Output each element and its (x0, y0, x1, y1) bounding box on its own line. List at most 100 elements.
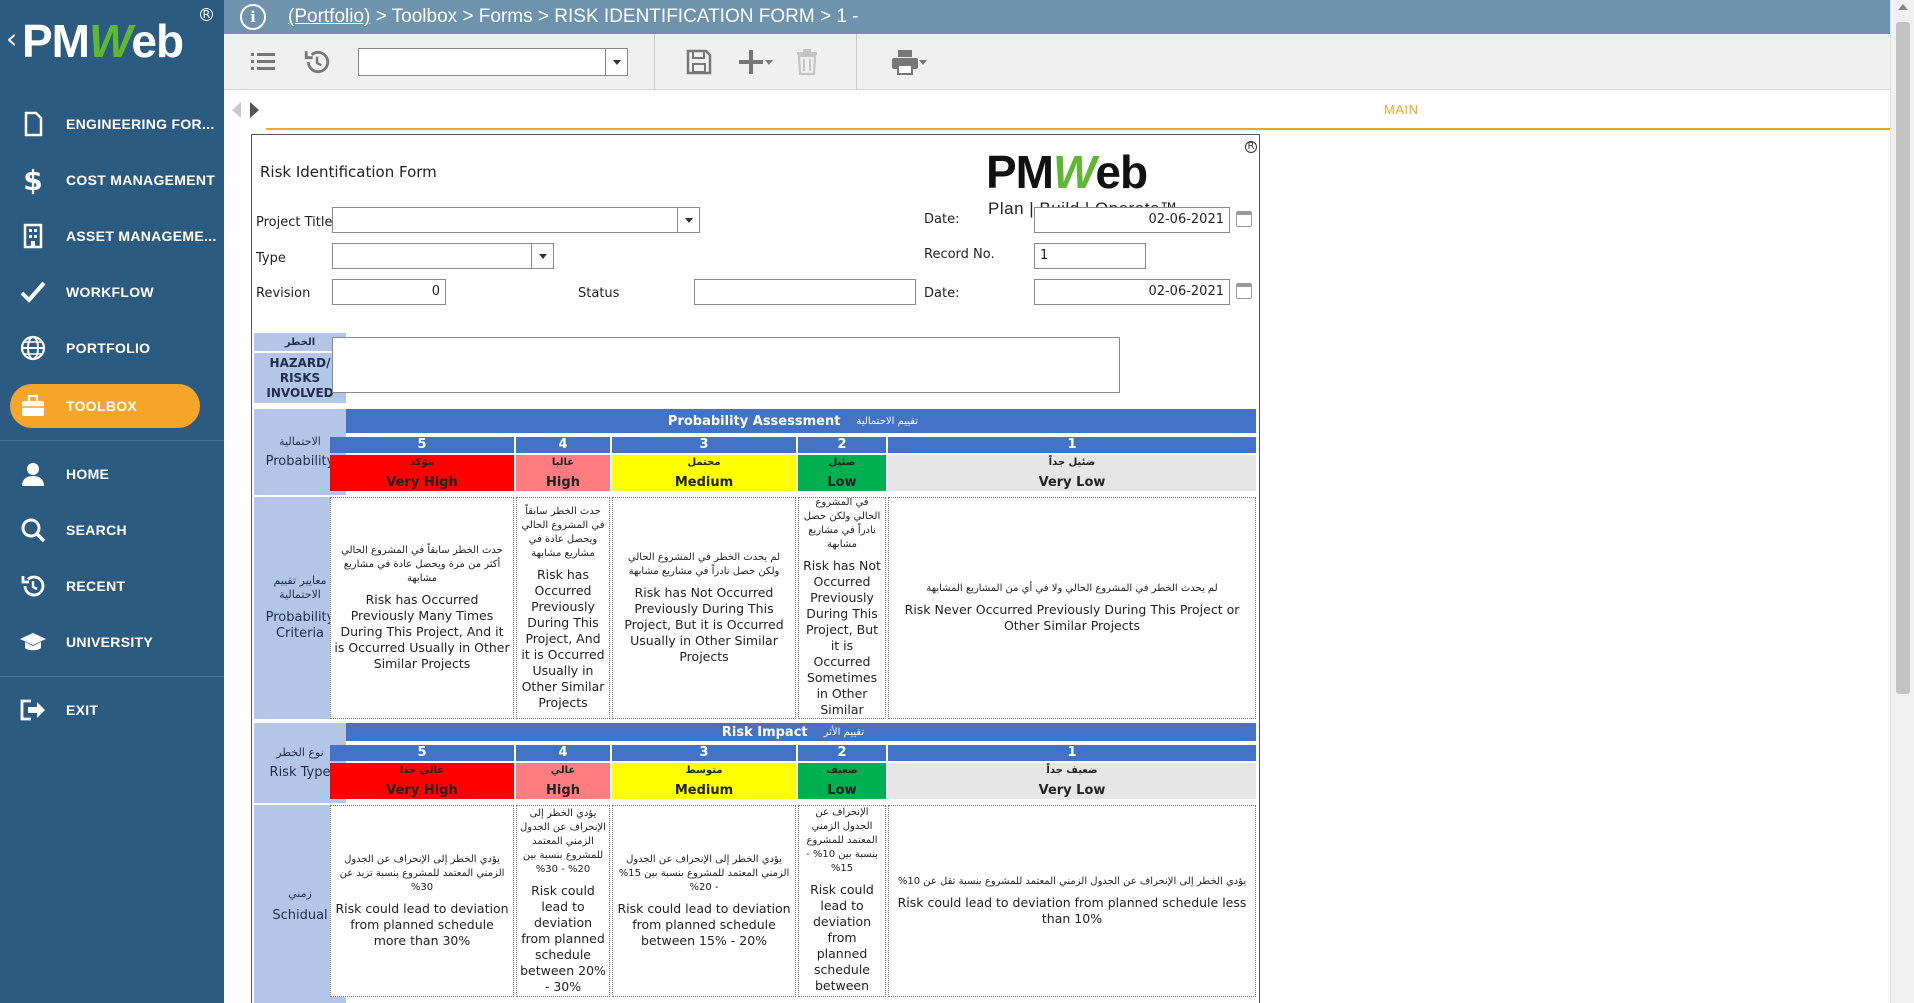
probability-level-very-low: ضئيل جداً Very Low (888, 455, 1256, 491)
criteria-text-en: Risk has Occurred Previously Many Times … (334, 592, 510, 671)
probability-criteria-cell: لم يحدث الخطر في المشروع الحالي ولكن حصل… (798, 497, 886, 719)
level-label-ar: ضعيف جداً (1046, 765, 1098, 776)
project-title-select[interactable] (332, 207, 700, 233)
scroll-up-icon[interactable] (1898, 4, 1908, 10)
risk-type-label-en: Risk Type (269, 765, 331, 780)
history-icon[interactable] (300, 46, 334, 78)
revision-label: Revision (256, 286, 311, 301)
exit-icon (18, 695, 48, 725)
level-label-en: Medium (674, 475, 734, 490)
add-dropdown-chevron-icon[interactable] (760, 46, 778, 78)
pmweb-logo[interactable]: ‹ PMWeb R (0, 0, 224, 92)
impact-level-very-low: ضعيف جداً Very Low (888, 763, 1256, 799)
breadcrumb-portfolio-link[interactable]: (Portfolio) (288, 6, 370, 27)
date-label: Date: (924, 212, 960, 227)
criteria-text-ar: يؤدي الخطر إلى الإنحراف عن الجدول الزمني… (618, 854, 790, 893)
level-label-ar: محتمل (687, 457, 721, 468)
level-label-ar: عالي (550, 765, 576, 776)
probability-level-low: ضئيل Low (798, 455, 886, 491)
sidebar-item-recent[interactable]: RECENT (0, 562, 224, 610)
sidebar-item-search[interactable]: SEARCH (0, 506, 224, 554)
delete-icon[interactable] (790, 46, 824, 78)
save-icon[interactable] (682, 46, 716, 78)
breadcrumb: (Portfolio) > Toolbox > Forms > RISK IDE… (288, 6, 859, 28)
sidebar-item-university[interactable]: UNIVERSITY (0, 618, 224, 666)
print-dropdown-chevron-icon[interactable] (914, 46, 932, 78)
tab-scroll-left-icon[interactable] (232, 102, 241, 118)
type-select[interactable] (332, 243, 554, 269)
probability-criteria-cell: لم يحدث الخطر في المشروع الحالي ولكن حصل… (612, 497, 796, 719)
chevron-down-icon (605, 49, 627, 75)
level-label-en: Very Low (1038, 475, 1106, 490)
date-label: Date: (924, 286, 960, 301)
level-label-en: Very High (386, 475, 458, 490)
record-select[interactable] (358, 48, 628, 76)
level-label-en: Very Low (1038, 783, 1106, 798)
criteria-text-ar: يؤدي الخطر إلى الإنحراف عن الجدول الزمني… (339, 854, 505, 893)
revision-input[interactable]: 0 (332, 279, 446, 305)
criteria-text-ar: يؤدي الخطر إلى الإنحراف عن الجدول الزمني… (520, 808, 606, 875)
level-label-en: High (546, 783, 580, 798)
record-no-label: Record No. (924, 247, 995, 262)
sidebar: ‹ PMWeb R ENGINEERING FOR... $ COST MANA… (0, 0, 224, 1003)
back-chevron-icon[interactable]: ‹ (6, 22, 17, 55)
scrollbar-thumb[interactable] (1896, 22, 1910, 694)
sidebar-divider (0, 440, 224, 441)
criteria-text-en: Risk has Not Occurred Previously During … (803, 558, 881, 717)
schedule-criteria-cell: يؤدي الخطر إلى الإنحراف عن الجدول الزمني… (516, 805, 610, 997)
history-icon (18, 571, 48, 601)
sidebar-item-label: WORKFLOW (66, 284, 154, 300)
sidebar-item-engineering-forms[interactable]: ENGINEERING FOR... (0, 100, 224, 148)
info-icon[interactable]: i (240, 4, 266, 30)
sidebar-item-label: HOME (66, 466, 110, 482)
level-label-ar: متوسط (685, 765, 723, 776)
level-label-ar: ضئيل جداً (1048, 457, 1096, 468)
probability-criteria-cell: حدث الخطر سابقاً في المشروع الحالي ويحصل… (516, 497, 610, 719)
list-icon[interactable] (246, 46, 280, 78)
calendar-icon[interactable] (1236, 283, 1252, 299)
user-icon (18, 459, 48, 489)
criteria-text-en: Risk has Occurred Previously During This… (521, 567, 605, 710)
criteria-text-ar: يؤدي الخطر إلى الإنحراف عن الجدول الزمني… (897, 876, 1247, 887)
level-label-ar: عالي جدا (399, 765, 445, 776)
sidebar-item-asset-management[interactable]: ASSET MANAGEME... (0, 212, 224, 260)
criteria-text-en: Risk could lead to deviation from planne… (617, 901, 791, 948)
tab-main[interactable]: MAIN (1384, 102, 1419, 117)
dollar-icon: $ (23, 163, 43, 197)
criteria-text-ar: يؤدي الخطر إلى الإنحراف عن الجدول الزمني… (806, 807, 878, 874)
vertical-scrollbar[interactable] (1890, 0, 1914, 1003)
risk-impact-header: Risk Impact تقييم الأثر (330, 723, 1256, 741)
hazard-input[interactable] (332, 337, 1120, 393)
record-no-input[interactable]: 1 (1034, 243, 1146, 269)
criteria-text-ar: حدث الخطر سابقاً في المشروع الحالي أكثر … (341, 545, 503, 584)
criteria-text-ar: لم يحدث الخطر في المشروع الحالي ولا في أ… (926, 583, 1218, 594)
probability-criteria-cell: حدث الخطر سابقاً في المشروع الحالي أكثر … (330, 497, 514, 719)
probability-level-number: 1 (888, 437, 1256, 453)
sidebar-item-label: ASSET MANAGEME... (66, 228, 217, 244)
sidebar-item-label: TOOLBOX (66, 398, 138, 414)
impact-level-very-high: عالي جدا Very High (330, 763, 514, 799)
sidebar-divider (0, 676, 224, 677)
level-label-en: Medium (674, 783, 734, 798)
sidebar-item-toolbox[interactable]: TOOLBOX (0, 382, 224, 430)
toolbar-divider (654, 34, 655, 90)
calendar-icon[interactable] (1236, 211, 1252, 227)
criteria-text-en: Risk could lead to deviation from planne… (897, 895, 1247, 926)
status-input[interactable] (694, 279, 916, 305)
sidebar-item-portfolio[interactable]: PORTFOLIO (0, 324, 224, 372)
sidebar-item-exit[interactable]: EXIT (0, 686, 224, 734)
sidebar-item-label: PORTFOLIO (66, 340, 151, 356)
criteria-text-en: Risk could lead to deviation from planne… (335, 901, 509, 948)
sidebar-item-label: EXIT (66, 702, 99, 718)
level-label-en: Low (827, 783, 857, 798)
sidebar-item-cost-management[interactable]: $ COST MANAGEMENT (0, 156, 224, 204)
schedule-criteria-cell: يؤدي الخطر إلى الإنحراف عن الجدول الزمني… (330, 805, 514, 997)
probability-level-number: 2 (798, 437, 886, 453)
sidebar-item-home[interactable]: HOME (0, 450, 224, 498)
date-input[interactable]: 02-06-2021 (1034, 207, 1230, 233)
status-label: Status (578, 286, 620, 301)
toolbar (224, 34, 1890, 90)
sidebar-item-workflow[interactable]: WORKFLOW (0, 268, 224, 316)
date-input[interactable]: 02-06-2021 (1034, 279, 1230, 305)
tab-scroll-right-icon[interactable] (250, 102, 259, 118)
